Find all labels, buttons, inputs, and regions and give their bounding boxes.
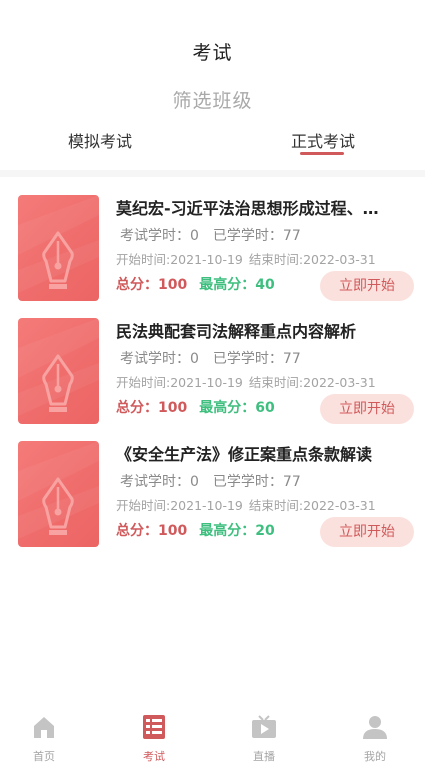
start-time: 开始时间:2021-10-19 [116, 375, 243, 390]
learned-hours-value: 已学学时：77 [212, 474, 301, 490]
exam-card[interactable]: 《安全生产法》修正案重点条款解读 考试学时：0 已学学时：77 开始时间:2021… [0, 441, 425, 553]
total-score: 总分：100 [116, 523, 188, 539]
end-time: 结束时间:2022-03-31 [248, 252, 376, 267]
header: 考试 筛选班级 模拟考试 正式考试 [0, 0, 425, 170]
exam-hours-value: 考试学时：0 [120, 351, 199, 367]
home-icon [31, 714, 57, 740]
exam-hours: 考试学时：0 已学学时：77 [120, 348, 315, 368]
tabbar-label: 考试 [143, 750, 165, 763]
exam-title: 民法典配套司法解释重点内容解析 [116, 322, 357, 341]
learned-hours-value: 已学学时：77 [212, 228, 301, 244]
tabbar-label: 直播 [253, 750, 275, 763]
exam-title: 莫纪宏-习近平法治思想形成过程、… [116, 199, 379, 218]
exam-dates: 开始时间:2021-10-19 结束时间:2022-03-31 [116, 372, 382, 391]
start-time: 开始时间:2021-10-19 [116, 498, 243, 513]
exam-icon [141, 714, 167, 740]
exam-card[interactable]: 民法典配套司法解释重点内容解析 考试学时：0 已学学时：77 开始时间:2021-… [0, 318, 425, 430]
exam-hours: 考试学时：0 已学学时：77 [120, 225, 315, 245]
best-score: 最高分：20 [199, 523, 275, 539]
tab-mock-exam[interactable]: 模拟考试 [60, 128, 140, 152]
tabbar-label: 首页 [33, 750, 55, 763]
exam-title: 《安全生产法》修正案重点条款解读 [116, 445, 373, 464]
exam-dates: 开始时间:2021-10-19 结束时间:2022-03-31 [116, 495, 382, 514]
pen-nib-icon [18, 318, 99, 424]
tabbar-item-exam[interactable]: 考试 [124, 707, 184, 763]
tab-formal-exam[interactable]: 正式考试 [283, 128, 363, 152]
exam-hours-value: 考试学时：0 [120, 228, 199, 244]
start-exam-button[interactable]: 立即开始 [320, 271, 414, 301]
start-exam-button[interactable]: 立即开始 [320, 517, 414, 547]
exam-scores: 总分：100 最高分：40 [116, 274, 275, 294]
exam-card[interactable]: 莫纪宏-习近平法治思想形成过程、… 考试学时：0 已学学时：77 开始时间:202… [0, 195, 425, 307]
exam-list: 莫纪宏-习近平法治思想形成过程、… 考试学时：0 已学学时：77 开始时间:202… [0, 177, 425, 707]
tabbar-item-live[interactable]: 直播 [234, 707, 294, 763]
end-time: 结束时间:2022-03-31 [248, 498, 376, 513]
best-score: 最高分：60 [199, 400, 275, 416]
total-score: 总分：100 [116, 277, 188, 293]
exam-hours: 考试学时：0 已学学时：77 [120, 471, 315, 491]
total-score: 总分：100 [116, 400, 188, 416]
bottom-tab-bar: 首页 考试 直播 我的 [0, 707, 425, 763]
tabbar-item-home[interactable]: 首页 [14, 707, 74, 763]
tabbar-item-profile[interactable]: 我的 [345, 707, 405, 763]
learned-hours-value: 已学学时：77 [212, 351, 301, 367]
start-time: 开始时间:2021-10-19 [116, 252, 243, 267]
filter-class-button[interactable]: 筛选班级 [0, 86, 425, 113]
exam-hours-value: 考试学时：0 [120, 474, 199, 490]
best-score: 最高分：40 [199, 277, 275, 293]
active-tab-indicator [300, 152, 344, 155]
end-time: 结束时间:2022-03-31 [248, 375, 376, 390]
exam-scores: 总分：100 最高分：20 [116, 520, 275, 540]
start-exam-button[interactable]: 立即开始 [320, 394, 414, 424]
live-tv-icon [251, 714, 277, 740]
pen-nib-icon [18, 441, 99, 547]
pen-nib-icon [18, 195, 99, 301]
profile-icon [362, 714, 388, 740]
exam-dates: 开始时间:2021-10-19 结束时间:2022-03-31 [116, 249, 382, 268]
tabbar-label: 我的 [364, 750, 386, 763]
exam-scores: 总分：100 最高分：60 [116, 397, 275, 417]
page-title: 考试 [192, 42, 233, 64]
